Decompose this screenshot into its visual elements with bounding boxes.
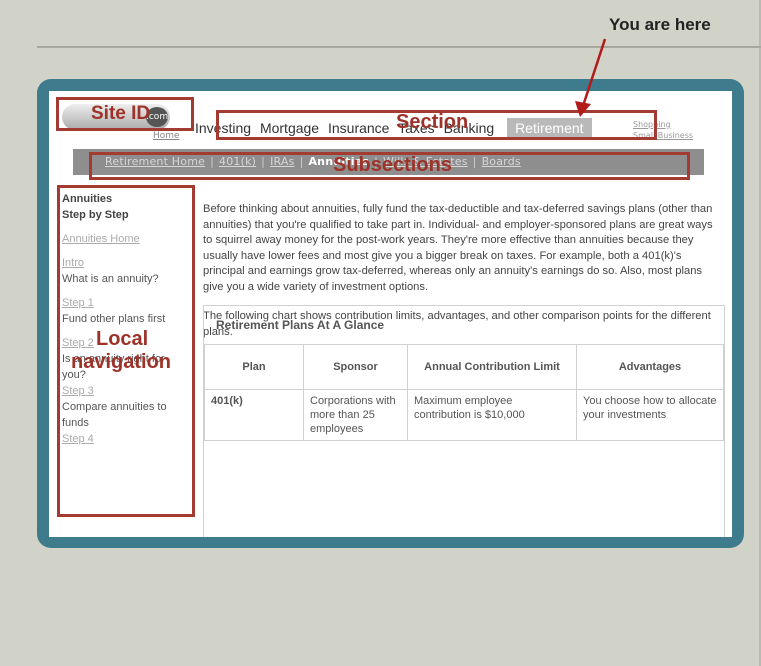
cell-advantages: You choose how to allocate your investme… [576,389,724,441]
local-label-line-2: navigation [71,351,172,373]
paragraph-1: Before thinking about annuities, fully f… [203,203,713,293]
table-row: 401(k) Corporations with more than 25 em… [204,389,724,441]
col-plan: Plan [204,344,304,390]
cell-plan: 401(k) [204,389,304,441]
you-are-here-callout: You are here [609,15,711,34]
col-limit: Annual Contribution Limit [407,344,577,390]
site-id-label: Site ID [91,103,151,124]
cell-sponsor: Corporations with more than 25 employees [303,389,408,441]
plans-table: Retirement Plans At A Glance Plan Sponso… [203,305,725,537]
section-label: Section [396,111,469,133]
table-title: Retirement Plans At A Glance [216,318,385,332]
cell-limit: Maximum employee contribution is $10,000 [407,389,577,441]
subsections-label: Subsections [333,154,452,176]
header-rule [37,46,761,48]
plans-grid: Plan Sponsor Annual Contribution Limit A… [204,344,724,441]
col-advantages: Advantages [576,344,724,390]
local-label-line-1: Local [96,328,149,350]
col-sponsor: Sponsor [303,344,408,390]
home-link[interactable]: Home [153,131,180,141]
